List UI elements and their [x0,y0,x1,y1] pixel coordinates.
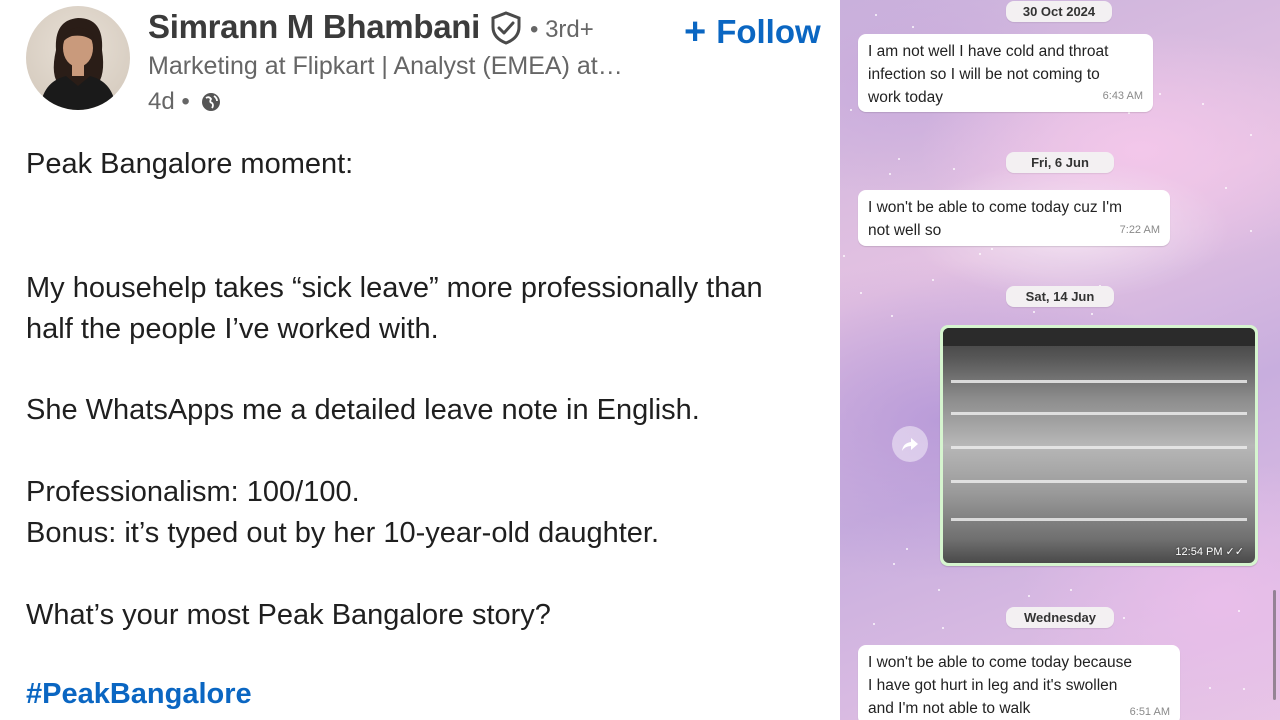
wallpaper-star [979,253,981,255]
photo-slat [951,480,1247,483]
wallpaper-star [942,627,944,629]
message-time: 12:54 PM ✓✓ [1175,546,1244,558]
hashtag-link[interactable]: #PeakBangalore [26,678,252,711]
message-line: I won't be able to come today because [868,654,1133,671]
verified-shield-icon [491,11,521,45]
wallpaper-star [912,26,914,28]
wallpaper-star [932,279,934,281]
wallpaper-star [1225,187,1227,189]
wallpaper-star [850,109,852,111]
date-chip: Fri, 6 Jun [1006,152,1114,173]
linkedin-post: Simrann M Bhambani • 3rd+ + Follow Marke… [0,0,840,720]
whatsapp-chat: 30 Oct 2024 I am not well I have cold an… [840,0,1280,720]
incoming-message[interactable]: I am not well I have cold and throat inf… [858,34,1153,112]
incoming-message[interactable]: I won't be able to come today cuz I'm no… [858,190,1170,246]
message-time: 6:51 AM [1129,706,1170,718]
wallpaper-star [906,548,908,550]
date-chip: 30 Oct 2024 [1006,1,1112,22]
wallpaper-star [860,292,862,294]
post-paragraph: My househelp takes “sick leave” more pro… [26,272,763,304]
photo-attachment[interactable] [943,328,1255,563]
post-paragraph: What’s your most Peak Bangalore story? [26,599,551,631]
avatar-portrait [40,18,116,110]
photo-slat [951,380,1247,383]
wallpaper-star [1202,103,1204,105]
message-line: I won't be able to come today cuz I'm [868,199,1123,216]
photo-slat [951,518,1247,521]
wallpaper-star [843,255,845,257]
message-line: I am not well I have cold and throat [868,43,1109,60]
photo-shadow [943,328,1255,346]
wallpaper-star [1238,610,1240,612]
wallpaper-star [991,248,993,250]
author-headline: Marketing at Flipkart | Analyst (EMEA) a… [148,52,623,80]
post-paragraph: She WhatsApps me a detailed leave note i… [26,394,700,426]
wallpaper-star [1250,134,1252,136]
wallpaper-star [1070,589,1072,591]
message-time: 6:43 AM [1102,90,1143,102]
wallpaper-star [898,158,900,160]
author-avatar[interactable] [26,6,130,110]
wallpaper-star [873,623,875,625]
forward-button[interactable] [892,426,928,462]
post-time: 4d • [148,88,190,115]
wallpaper-star [1128,112,1130,114]
plus-icon: + [684,11,707,53]
wallpaper-star [938,589,940,591]
wallpaper-star [1091,313,1093,315]
post-paragraph: Peak Bangalore moment: [26,148,354,180]
message-line: not well so [868,222,942,239]
wallpaper-star [891,315,893,317]
wallpaper-star [1159,93,1161,95]
message-time: 7:22 AM [1119,224,1160,236]
message-line: I have got hurt in leg and it's swollen [868,677,1118,694]
wallpaper-star [1123,617,1125,619]
wallpaper-star [1028,595,1030,597]
forward-icon [902,438,918,451]
chat-scrollbar[interactable] [1273,590,1276,700]
date-chip: Sat, 14 Jun [1006,286,1114,307]
post-paragraph: half the people I’ve worked with. [26,313,439,345]
wallpaper-star [1243,688,1245,690]
incoming-message[interactable]: I won't be able to come today because I … [858,645,1180,720]
wallpaper-star [953,168,955,170]
wallpaper-star [1033,311,1035,313]
photo-slat [951,412,1247,415]
globe-icon [202,93,220,111]
photo-slat [951,446,1247,449]
post-paragraph: Professionalism: 100/100. [26,476,360,508]
message-line: and I'm not able to walk [868,700,1031,717]
follow-button[interactable]: + Follow [684,10,821,54]
wallpaper-star [893,563,895,565]
wallpaper-star [1209,687,1211,689]
post-paragraph: Bonus: it’s typed out by her 10-year-old… [26,517,660,549]
outgoing-image-message[interactable]: 12:54 PM ✓✓ [940,325,1258,566]
wallpaper-star [889,173,891,175]
date-chip: Wednesday [1006,607,1114,628]
author-name[interactable]: Simrann M Bhambani [148,8,480,46]
connection-degree: • 3rd+ [530,16,594,43]
follow-label: Follow [716,13,821,50]
message-line: infection so I will be not coming to [868,66,1100,83]
wallpaper-star [875,14,877,16]
wallpaper-star [1250,230,1252,232]
